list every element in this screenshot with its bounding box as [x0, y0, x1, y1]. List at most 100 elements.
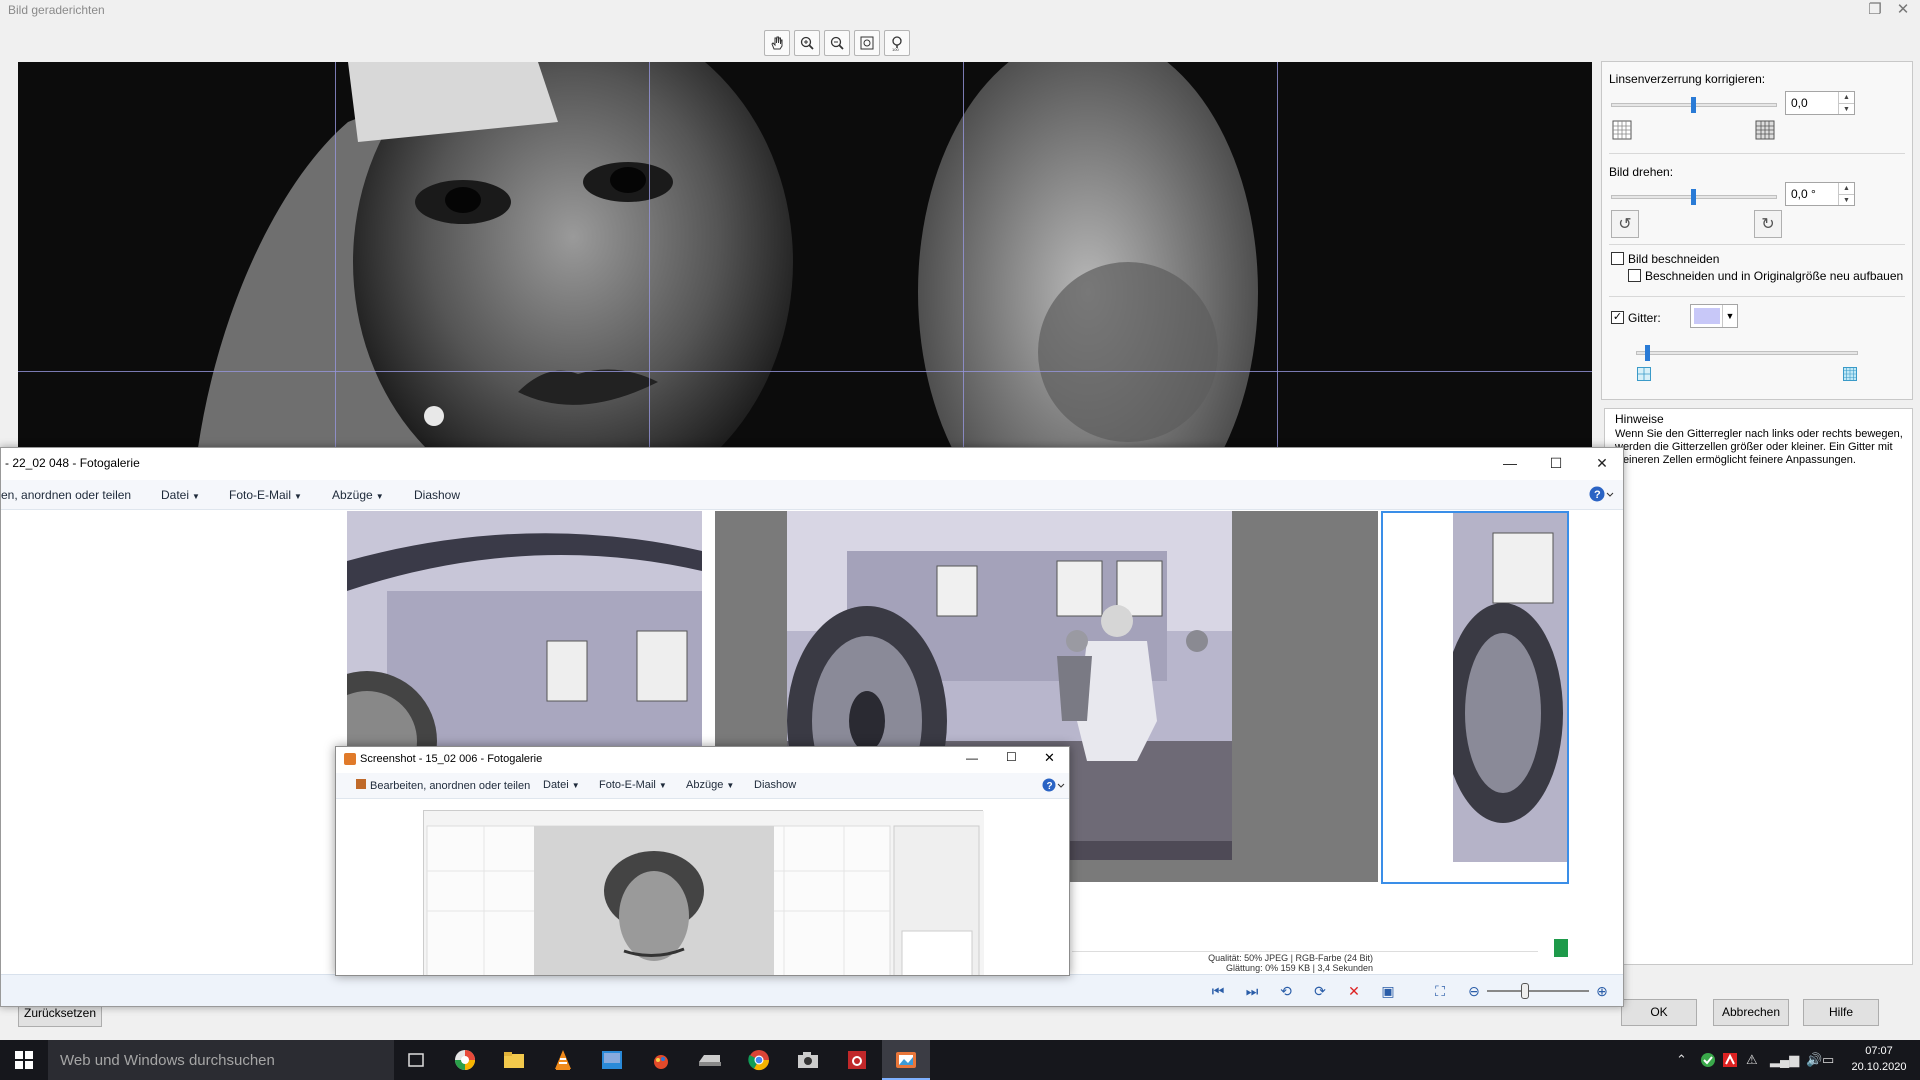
- large-grid-icon: [1636, 366, 1652, 382]
- zoom-out-icon[interactable]: ⊖: [1463, 981, 1485, 1001]
- cancel-button[interactable]: Abbrechen: [1713, 999, 1789, 1026]
- volume-icon[interactable]: 🔊: [1806, 1052, 1822, 1068]
- lens-distortion-thumb[interactable]: [1691, 97, 1696, 113]
- antivirus-icon[interactable]: [1722, 1052, 1738, 1071]
- menu-email[interactable]: Foto-E-Mail ▼: [599, 779, 667, 791]
- rotate-left-icon[interactable]: ↺: [1611, 210, 1639, 238]
- security-icon[interactable]: [1700, 1052, 1716, 1071]
- screenshot-tool-icon[interactable]: [833, 1040, 881, 1080]
- file-explorer-icon[interactable]: [490, 1040, 538, 1080]
- task-view-icon[interactable]: [392, 1040, 440, 1080]
- scanner-icon[interactable]: [686, 1040, 734, 1080]
- help-icon[interactable]: ?: [1588, 485, 1614, 506]
- vlc-icon[interactable]: [539, 1040, 587, 1080]
- grid-line: [963, 62, 964, 448]
- menu-file[interactable]: Datei ▼: [543, 779, 580, 791]
- minimize-icon[interactable]: —: [1487, 448, 1533, 478]
- photo-selected[interactable]: [1381, 511, 1569, 884]
- system-clock[interactable]: 07:07 20.10.2020: [1840, 1043, 1918, 1075]
- delete-icon[interactable]: ✕: [1343, 981, 1365, 1001]
- photo-viewer-icon[interactable]: [588, 1040, 636, 1080]
- ok-button[interactable]: OK: [1621, 999, 1697, 1026]
- rotate-stepper[interactable]: 0,0 ° ▲ ▼: [1785, 182, 1855, 206]
- menu-slideshow[interactable]: Diashow: [414, 488, 460, 502]
- picasa-icon[interactable]: [441, 1040, 489, 1080]
- help-icon[interactable]: ?: [1041, 777, 1065, 796]
- zoom-thumb[interactable]: [1521, 983, 1529, 999]
- view-toolbar: 100: [764, 30, 910, 56]
- minimize-icon[interactable]: —: [966, 751, 978, 765]
- zoom-in-icon[interactable]: ⊕: [1591, 981, 1613, 1001]
- chevron-down-icon: ▼: [192, 492, 200, 501]
- hints-text: Wenn Sie den Gitterregler nach links ode…: [1615, 428, 1903, 466]
- photo-gallery-taskbar-icon[interactable]: [882, 1040, 930, 1080]
- restore-icon[interactable]: ❐: [1860, 0, 1890, 20]
- rotate-thumb[interactable]: [1691, 189, 1696, 205]
- fit-to-window-icon[interactable]: [854, 30, 880, 56]
- grid-size-slider[interactable]: [1636, 351, 1858, 355]
- barrel-grid-icon: [1611, 119, 1633, 141]
- crop-rebuild-checkbox[interactable]: [1628, 269, 1641, 282]
- windows-start-icon[interactable]: [0, 1040, 48, 1080]
- grid-color-picker[interactable]: ▼: [1690, 304, 1738, 328]
- zoom-in-icon[interactable]: [794, 30, 820, 56]
- show-hidden-icons-icon[interactable]: ⌃: [1676, 1052, 1687, 1068]
- close-icon[interactable]: ✕: [1579, 448, 1625, 478]
- divider: [1609, 153, 1905, 154]
- menu-edit[interactable]: en, anordnen oder teilen: [1, 488, 131, 502]
- slideshow-icon[interactable]: ▣: [1377, 981, 1399, 1001]
- grid-checkbox[interactable]: ✓: [1611, 311, 1624, 324]
- menu-prints[interactable]: Abzüge ▼: [332, 488, 384, 502]
- previous-icon[interactable]: ⏮: [1207, 981, 1229, 1001]
- rotate-right-icon[interactable]: ⟳: [1309, 981, 1331, 1001]
- close-icon[interactable]: ✕: [1888, 0, 1918, 20]
- paint-app-icon[interactable]: [637, 1040, 685, 1080]
- chevron-down-icon: ▼: [726, 781, 735, 790]
- grid-line: [1277, 62, 1278, 448]
- spin-down-icon[interactable]: ▼: [1838, 194, 1854, 205]
- taskbar-search[interactable]: Web und Windows durchsuchen: [48, 1040, 394, 1080]
- chrome-icon[interactable]: [735, 1040, 783, 1080]
- grid-line: [18, 371, 1592, 372]
- image-preview[interactable]: [18, 62, 1592, 448]
- photo-thumbnail[interactable]: [347, 511, 702, 771]
- chevron-down-icon: ▼: [294, 492, 302, 501]
- rotate-label: Bild drehen:: [1609, 165, 1674, 179]
- lens-distortion-stepper[interactable]: 0,0 ▲ ▼: [1785, 91, 1855, 115]
- zoom-slider[interactable]: [1487, 990, 1589, 992]
- network-icon[interactable]: ⚠: [1746, 1052, 1758, 1068]
- fit-icon[interactable]: ⛶: [1429, 981, 1451, 1001]
- wifi-icon[interactable]: ▂▄▆: [1770, 1052, 1799, 1068]
- grid-size-thumb[interactable]: [1645, 345, 1650, 361]
- rotate-left-icon[interactable]: ⟲: [1275, 981, 1297, 1001]
- chevron-down-icon: ▼: [375, 492, 384, 501]
- settings-panel: Linsenverzerrung korrigieren: 0,0 ▲ ▼ Bi…: [1601, 61, 1913, 400]
- gallery-app-icon: [344, 753, 356, 765]
- maximize-icon[interactable]: ☐: [1006, 750, 1017, 764]
- grid-label: Gitter:: [1628, 311, 1661, 325]
- menu-slideshow[interactable]: Diashow: [754, 779, 796, 791]
- rotate-right-icon[interactable]: ↻: [1754, 210, 1782, 238]
- spin-down-icon[interactable]: ▼: [1838, 103, 1854, 114]
- next-icon[interactable]: ⏭: [1241, 981, 1263, 1001]
- hand-tool-icon[interactable]: [764, 30, 790, 56]
- clock-date: 20.10.2020: [1851, 1061, 1907, 1073]
- spin-up-icon[interactable]: ▲: [1838, 183, 1854, 194]
- svg-text:?: ?: [1594, 489, 1601, 501]
- crop-checkbox[interactable]: [1611, 252, 1624, 265]
- menu-file[interactable]: Datei ▼: [161, 488, 200, 502]
- zoom-out-icon[interactable]: [824, 30, 850, 56]
- notifications-icon[interactable]: ▭: [1822, 1052, 1834, 1068]
- divider: [1609, 296, 1905, 297]
- menu-edit[interactable]: Bearbeiten, anordnen oder teilen: [356, 779, 530, 792]
- actual-size-icon[interactable]: 100: [884, 30, 910, 56]
- divider: [1609, 244, 1905, 245]
- maximize-icon[interactable]: ☐: [1533, 448, 1579, 478]
- help-button[interactable]: Hilfe: [1803, 999, 1879, 1026]
- search-placeholder: Web und Windows durchsuchen: [60, 1052, 275, 1069]
- camera-app-icon[interactable]: [784, 1040, 832, 1080]
- spin-up-icon[interactable]: ▲: [1838, 92, 1854, 103]
- close-icon[interactable]: ✕: [1044, 750, 1055, 766]
- menu-email[interactable]: Foto-E-Mail ▼: [229, 488, 302, 502]
- menu-prints[interactable]: Abzüge ▼: [686, 779, 734, 791]
